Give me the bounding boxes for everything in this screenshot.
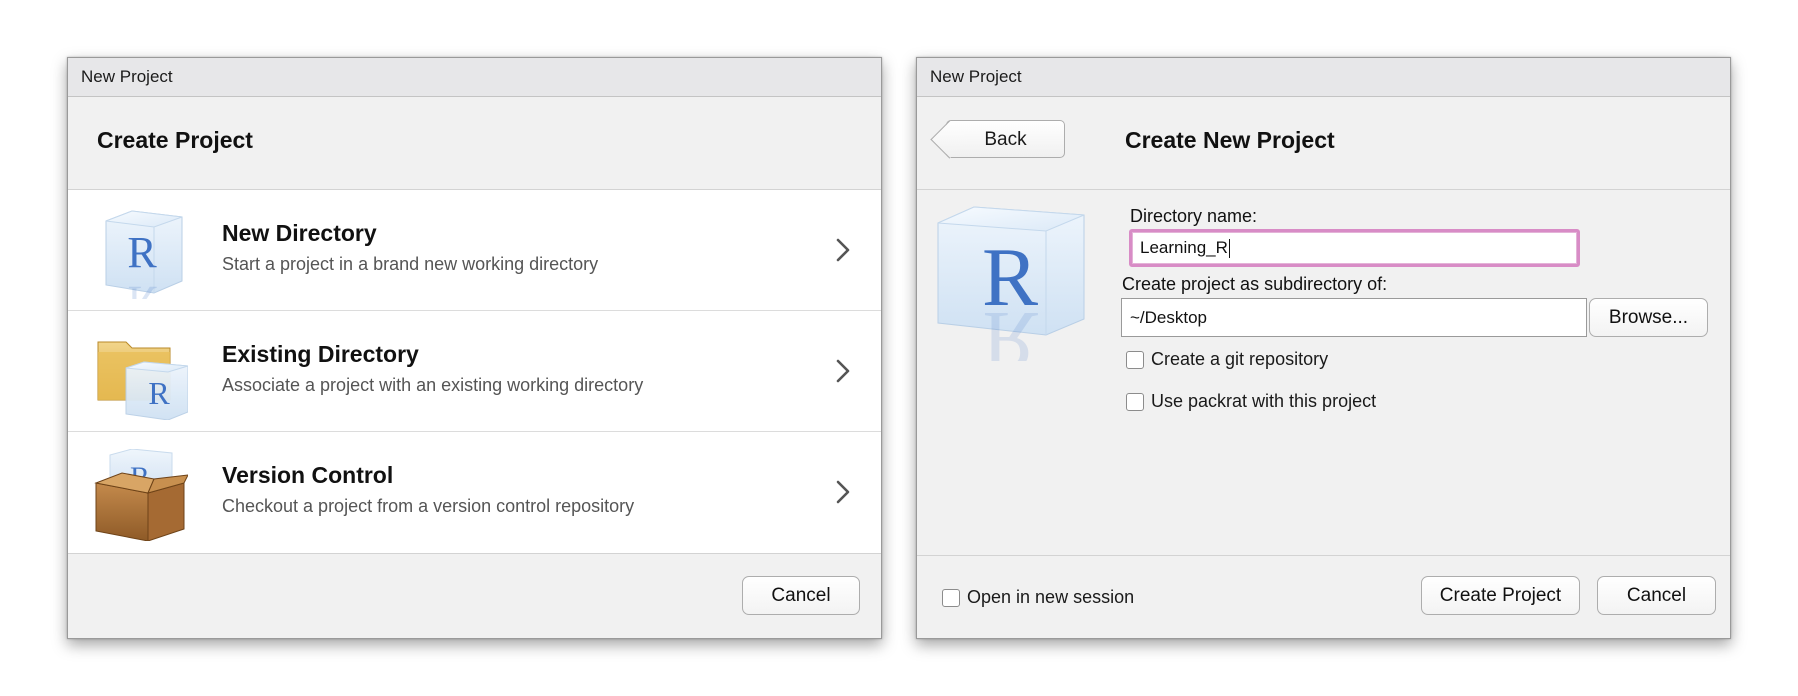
page-title: Create New Project bbox=[1125, 127, 1335, 153]
subdirectory-value: ~/Desktop bbox=[1130, 308, 1208, 327]
create-new-project-dialog: New Project Back Create New Project R R … bbox=[916, 57, 1731, 639]
r-cube-icon: R R bbox=[105, 210, 183, 299]
option-title: New Directory bbox=[222, 220, 377, 246]
option-description: Associate a project with an existing wor… bbox=[222, 375, 644, 395]
chevron-right-icon bbox=[836, 238, 850, 262]
directory-name-value: Learning_R bbox=[1140, 238, 1228, 257]
dialog-footer: Open in new session Create Project Cance… bbox=[917, 555, 1730, 638]
option-new-directory[interactable]: R R New Directory Start a project in a b… bbox=[68, 190, 881, 311]
window-title: New Project bbox=[917, 58, 1730, 97]
option-title: Version Control bbox=[222, 462, 394, 488]
page-title: Create Project bbox=[97, 127, 253, 153]
project-type-list: R R New Directory Start a project in a b… bbox=[68, 190, 881, 554]
window-title: New Project bbox=[68, 58, 881, 97]
option-description: Checkout a project from a version contro… bbox=[222, 496, 635, 516]
new-session-option[interactable]: Open in new session bbox=[942, 587, 1134, 608]
cancel-button[interactable]: Cancel bbox=[1597, 576, 1716, 615]
option-version-control[interactable]: R Version Control Checkout a project fro… bbox=[68, 432, 881, 553]
svg-text:R: R bbox=[127, 277, 157, 299]
option-description: Start a project in a brand new working d… bbox=[222, 254, 599, 274]
back-button-label: Back bbox=[984, 129, 1027, 150]
git-repository-option[interactable]: Create a git repository bbox=[1126, 349, 1328, 370]
new-session-label: Open in new session bbox=[967, 587, 1135, 607]
cancel-button[interactable]: Cancel bbox=[742, 576, 860, 615]
create-project-dialog: New Project Create Project R R New Direc… bbox=[67, 57, 882, 639]
subdirectory-label: Create project as subdirectory of: bbox=[1122, 274, 1388, 294]
subdirectory-input[interactable]: ~/Desktop bbox=[1121, 298, 1587, 337]
packrat-option[interactable]: Use packrat with this project bbox=[1126, 391, 1376, 412]
git-repository-label: Create a git repository bbox=[1151, 349, 1329, 369]
git-repository-checkbox[interactable] bbox=[1126, 350, 1144, 369]
svg-text:R: R bbox=[982, 294, 1038, 361]
svg-text:R: R bbox=[148, 375, 170, 411]
directory-name-label: Directory name: bbox=[1130, 206, 1258, 226]
new-session-checkbox[interactable] bbox=[942, 588, 960, 607]
r-cube-icon: R R bbox=[937, 206, 1085, 361]
directory-name-input[interactable]: Learning_R bbox=[1129, 229, 1580, 267]
dialog-footer: Cancel bbox=[68, 556, 881, 638]
browse-button[interactable]: Browse... bbox=[1589, 298, 1708, 337]
option-title: Existing Directory bbox=[222, 341, 419, 367]
chevron-right-icon bbox=[836, 359, 850, 383]
dialog-header: Back Create New Project bbox=[917, 97, 1730, 190]
create-project-button[interactable]: Create Project bbox=[1421, 576, 1580, 615]
option-existing-directory[interactable]: R Existing Directory Associate a project… bbox=[68, 311, 881, 432]
folder-r-icon: R bbox=[97, 341, 188, 420]
packrat-label: Use packrat with this project bbox=[1151, 391, 1377, 411]
box-r-icon: R bbox=[94, 449, 188, 541]
text-caret bbox=[1228, 239, 1230, 259]
packrat-checkbox[interactable] bbox=[1126, 392, 1144, 411]
dialog-header: Create Project bbox=[68, 97, 881, 190]
chevron-right-icon bbox=[836, 480, 850, 504]
back-button[interactable]: Back bbox=[946, 120, 1065, 158]
svg-text:R: R bbox=[127, 228, 157, 277]
